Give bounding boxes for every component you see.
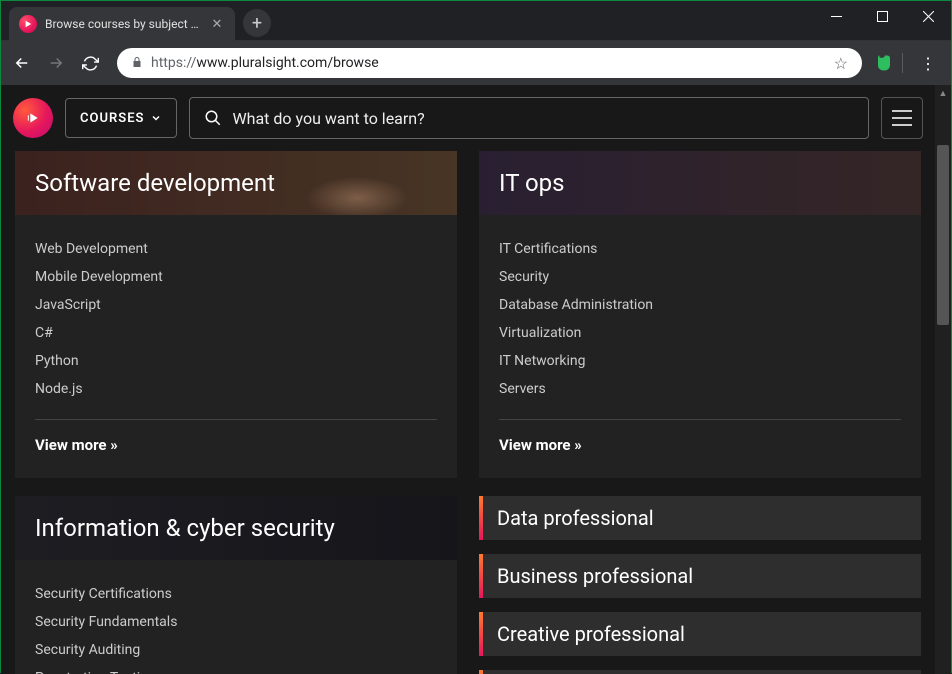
card-title: Software development	[35, 169, 275, 197]
divider	[35, 419, 437, 420]
topic-link[interactable]: Security Auditing	[35, 636, 437, 664]
courses-dropdown-button[interactable]: COURSES	[65, 98, 177, 138]
card-hero[interactable]: IT ops	[479, 151, 921, 215]
topic-link[interactable]: Database Administration	[499, 291, 901, 319]
page-viewport: COURSES Software development Web Develop…	[1, 85, 951, 674]
topic-link[interactable]: Security Certifications	[35, 580, 437, 608]
tab-favicon-icon	[19, 15, 37, 33]
topic-list: Web Development Mobile Development JavaS…	[35, 235, 437, 403]
right-column: IT ops IT Certifications Security Databa…	[479, 151, 921, 674]
category-strip-business-professional[interactable]: Business professional	[479, 554, 921, 598]
forward-button[interactable]	[41, 48, 71, 78]
card-software-development: Software development Web Development Mob…	[15, 151, 457, 478]
strip-title: Business professional	[497, 564, 693, 588]
address-bar[interactable]: https://www.pluralsight.com/browse ☆	[117, 48, 862, 78]
topic-link[interactable]: Node.js	[35, 375, 437, 403]
close-window-button[interactable]	[905, 1, 951, 31]
topic-link[interactable]: Python	[35, 347, 437, 375]
scrollbar-thumb[interactable]	[937, 145, 949, 325]
browser-toolbar: https://www.pluralsight.com/browse ☆ ⋮	[1, 41, 951, 85]
view-more-link[interactable]: View more »	[35, 436, 437, 454]
card-title: IT ops	[499, 169, 565, 197]
browser-menu-button[interactable]: ⋮	[911, 48, 945, 78]
category-strip-manufacturing-design[interactable]: Manufacturing & design	[479, 670, 921, 674]
topic-link[interactable]: Mobile Development	[35, 263, 437, 291]
search-wrapper[interactable]	[189, 97, 869, 139]
tab-close-icon[interactable]: ✕	[209, 17, 225, 32]
topic-link[interactable]: Security	[499, 263, 901, 291]
topic-link[interactable]: IT Certifications	[499, 235, 901, 263]
window-titlebar: Browse courses by subject | Plura ✕ +	[1, 1, 951, 41]
maximize-button[interactable]	[859, 1, 905, 31]
topic-list: Security Certifications Security Fundame…	[35, 580, 437, 674]
reload-button[interactable]	[75, 48, 105, 78]
scroll-up-icon[interactable]: ▲	[935, 85, 951, 101]
card-hero[interactable]: Information & cyber security	[15, 496, 457, 560]
bookmark-star-icon[interactable]: ☆	[834, 54, 848, 73]
card-hero[interactable]: Software development	[15, 151, 457, 215]
main-content: Software development Web Development Mob…	[1, 151, 935, 674]
toolbar-divider	[902, 53, 903, 73]
pluralsight-logo-icon[interactable]	[13, 98, 53, 138]
view-more-link[interactable]: View more »	[499, 436, 901, 454]
evernote-extension-icon[interactable]	[874, 53, 894, 73]
topic-link[interactable]: JavaScript	[35, 291, 437, 319]
window-controls	[813, 1, 951, 31]
divider	[499, 419, 901, 420]
tab-title: Browse courses by subject | Plura	[45, 17, 201, 31]
accent-bar	[479, 554, 483, 598]
topic-link[interactable]: Security Fundamentals	[35, 608, 437, 636]
search-icon	[204, 109, 222, 127]
search-input[interactable]	[232, 109, 854, 128]
strip-title: Creative professional	[497, 622, 685, 646]
accent-bar	[479, 496, 483, 540]
topic-link[interactable]: C#	[35, 319, 437, 347]
accent-bar	[479, 612, 483, 656]
lock-icon	[131, 55, 143, 72]
url-text: https://www.pluralsight.com/browse	[151, 55, 826, 71]
strip-title: Data professional	[497, 506, 654, 530]
category-strip-creative-professional[interactable]: Creative professional	[479, 612, 921, 656]
new-tab-button[interactable]: +	[243, 9, 271, 37]
chevron-down-icon	[150, 112, 162, 124]
card-info-cyber-security: Information & cyber security Security Ce…	[15, 496, 457, 674]
vertical-scrollbar[interactable]: ▲	[935, 85, 951, 674]
hamburger-menu-button[interactable]	[881, 97, 923, 139]
topic-link[interactable]: Web Development	[35, 235, 437, 263]
browser-tab[interactable]: Browse courses by subject | Plura ✕	[9, 7, 235, 41]
left-column: Software development Web Development Mob…	[15, 151, 457, 674]
topic-link[interactable]: Virtualization	[499, 319, 901, 347]
site-header: COURSES	[1, 85, 935, 151]
courses-label: COURSES	[80, 111, 144, 126]
card-title: Information & cyber security	[35, 514, 335, 542]
topic-link[interactable]: IT Networking	[499, 347, 901, 375]
category-strip-data-professional[interactable]: Data professional	[479, 496, 921, 540]
topic-link[interactable]: Servers	[499, 375, 901, 403]
card-it-ops: IT ops IT Certifications Security Databa…	[479, 151, 921, 478]
topic-list: IT Certifications Security Database Admi…	[499, 235, 901, 403]
back-button[interactable]	[7, 48, 37, 78]
minimize-button[interactable]	[813, 1, 859, 31]
accent-bar	[479, 670, 483, 674]
